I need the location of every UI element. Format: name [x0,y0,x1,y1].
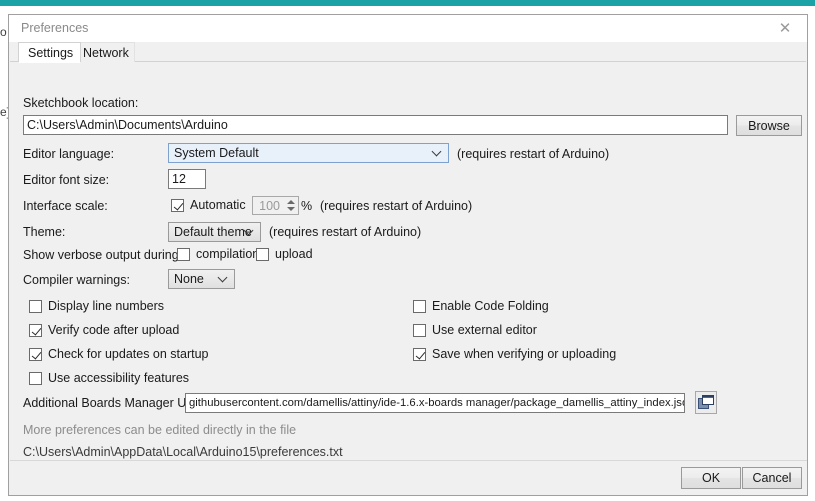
editor-language-label: Editor language: [23,147,115,161]
verbose-upload-checkbox[interactable]: upload [256,247,313,261]
tab-settings-label: Settings [28,45,74,60]
boards-manager-urls-label: Additional Boards Manager URLs: [23,396,212,410]
checkbox-box [29,371,42,385]
theme-label: Theme: [23,225,66,239]
close-icon: ✕ [778,20,792,37]
theme-select[interactable]: Default theme [168,222,261,242]
checkbox-use-accessibility-features[interactable]: Use accessibility features [29,371,189,385]
checkbox-label: Display line numbers [48,299,165,313]
checkbox-label: Verify code after upload [48,323,180,337]
settings-panel: Sketchbook location: C:\Users\Admin\Docu… [10,62,807,481]
checkbox-display-line-numbers[interactable]: Display line numbers [29,299,164,313]
checkbox-label: Save when verifying or uploading [432,347,617,361]
browse-button[interactable]: Browse [736,115,802,136]
preferences-dialog: Preferences ✕ Settings Network Sketchboo… [8,14,808,496]
verbose-compilation-checkbox[interactable]: compilation [177,247,259,261]
chevron-down-icon [433,148,441,156]
cancel-button[interactable]: Cancel [742,467,802,489]
checkbox-label: Check for updates on startup [48,347,209,361]
checkbox-check-for-updates-on-startup[interactable]: Check for updates on startup [29,347,209,361]
checkbox-use-external-editor[interactable]: Use external editor [413,323,537,337]
interface-scale-restart-hint: (requires restart of Arduino) [320,199,473,213]
dialog-titlebar: Preferences ✕ [9,15,807,42]
interface-scale-stepper[interactable]: 100 [252,196,299,215]
more-preferences-note: More preferences can be edited directly … [23,423,297,437]
checkbox-box [413,323,426,337]
boards-manager-urls-input[interactable]: githubusercontent.com/damellis/attiny/id… [185,393,685,413]
interface-scale-value: 100 [259,198,280,213]
editor-language-restart-hint: (requires restart of Arduino) [457,147,610,161]
preferences-file-path: C:\Users\Admin\AppData\Local\Arduino15\p… [23,445,343,459]
checkbox-box [177,247,190,261]
checkbox-verify-code-after-upload[interactable]: Verify code after upload [29,323,179,337]
background-text-fragment-top: o [0,25,7,39]
interface-scale-automatic-checkbox[interactable]: Automatic [171,198,246,212]
checkbox-box [256,247,269,261]
sketchbook-location-input[interactable]: C:\Users\Admin\Documents\Arduino [23,115,728,135]
checkbox-label: Use accessibility features [48,371,190,385]
theme-restart-hint: (requires restart of Arduino) [269,225,422,239]
editor-font-size-label: Editor font size: [23,173,110,187]
tab-network[interactable]: Network [73,42,135,62]
accent-bar [0,0,815,6]
browse-button-label: Browse [748,118,790,133]
checkbox-box [29,347,42,361]
verbose-upload-label: upload [275,247,313,261]
checkbox-label: Use external editor [432,323,537,337]
ok-button-label: OK [701,471,721,485]
stepper-arrows[interactable] [285,197,298,214]
checkbox-save-when-verifying-or-uploading[interactable]: Save when verifying or uploading [413,347,616,361]
ok-button[interactable]: OK [681,467,741,489]
stepper-up-icon[interactable] [287,200,295,204]
checkbox-box [413,299,426,313]
compiler-warnings-value: None [174,272,204,286]
tab-network-label: Network [83,45,129,60]
cancel-button-label: Cancel [752,471,792,485]
tab-settings[interactable]: Settings [18,42,81,63]
dialog-footer: OK Cancel [10,460,807,494]
interface-scale-automatic-label: Automatic [190,198,246,212]
tab-bar: Settings Network [10,42,806,63]
checkbox-box [29,299,42,313]
checkbox-box [171,198,184,212]
open-window-icon [698,395,714,409]
boards-manager-expand-button[interactable] [695,391,717,414]
compiler-warnings-select[interactable]: None [168,269,235,289]
editor-language-select[interactable]: System Default [168,143,449,163]
verbose-compilation-label: compilation [196,247,260,261]
editor-font-size-input[interactable]: 12 [168,169,206,189]
interface-scale-label: Interface scale: [23,199,108,213]
verbose-output-label: Show verbose output during: [23,248,183,262]
checkbox-box [29,323,42,337]
checkbox-box [413,347,426,361]
checkbox-enable-code-folding[interactable]: Enable Code Folding [413,299,549,313]
close-button[interactable]: ✕ [763,15,807,42]
compiler-warnings-label: Compiler warnings: [23,273,130,287]
percent-symbol: % [301,199,313,213]
theme-value: Default theme [174,225,252,239]
stepper-down-icon[interactable] [287,207,295,211]
sketchbook-location-label: Sketchbook location: [23,96,139,110]
checkbox-label: Enable Code Folding [432,299,549,313]
editor-language-value: System Default [174,146,259,160]
chevron-down-icon [219,274,227,282]
dialog-title: Preferences [21,21,89,35]
